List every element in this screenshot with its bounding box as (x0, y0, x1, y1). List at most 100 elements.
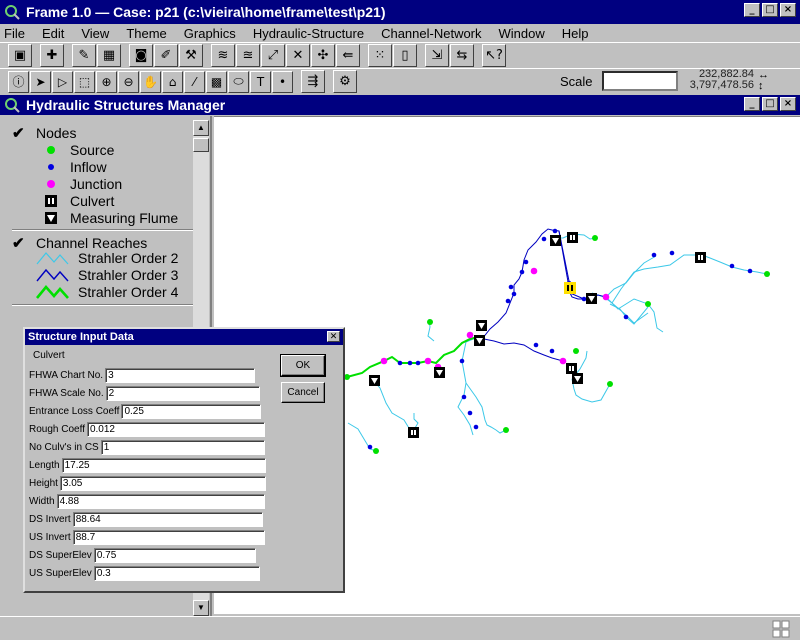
node (473, 424, 479, 430)
length-input[interactable]: 17.25 (61, 458, 266, 473)
ds-invert-input[interactable]: 88.64 (72, 512, 263, 527)
scroll-up-icon[interactable]: ▲ (193, 120, 209, 136)
culvert (695, 252, 706, 263)
resize-grip-icon[interactable] (772, 620, 790, 638)
point-icon[interactable]: • (272, 70, 293, 93)
collapse-icon[interactable]: ✕ (286, 44, 310, 67)
menu-help[interactable]: Help (562, 26, 589, 41)
help-pointer-icon[interactable]: ↖? (482, 44, 506, 67)
ok-button[interactable]: OK (280, 354, 326, 377)
node (530, 267, 538, 275)
back-arrow-icon[interactable]: ⇚ (336, 44, 360, 67)
close-button[interactable]: × (780, 3, 796, 17)
pointer-icon[interactable]: ➤ (30, 70, 51, 93)
node (407, 360, 413, 366)
menu-hydraulic-structure[interactable]: Hydraulic-Structure (253, 26, 364, 41)
menu-window[interactable]: Window (499, 26, 545, 41)
dialog-close-icon[interactable]: ✕ (327, 331, 340, 342)
extent-icon[interactable]: ⌂ (162, 70, 183, 93)
move-icon[interactable]: ⤢ (261, 44, 285, 67)
node (466, 331, 474, 339)
dialog-title: Structure Input Data (28, 331, 134, 343)
save-icon[interactable]: ▣ (8, 44, 32, 67)
nodes-check-icon[interactable]: ✔ (12, 124, 28, 142)
pencil-icon[interactable]: ✐ (154, 44, 178, 67)
network-edit-icon[interactable]: ⇆ (450, 44, 474, 67)
strahler-order-2-reaches (347, 233, 768, 452)
fhwa-scale-input[interactable]: 2 (105, 386, 260, 401)
menu-theme[interactable]: Theme (126, 26, 166, 41)
width-input[interactable]: 4.88 (56, 494, 265, 509)
edit-tool-icon[interactable]: ✎ (72, 44, 96, 67)
reach (477, 336, 564, 362)
field-width: Width 4.88 (29, 493, 265, 510)
us-superelev-input[interactable]: 0.3 (93, 566, 260, 581)
add-structure-icon[interactable]: ✚ (40, 44, 64, 67)
reaches-check-icon[interactable]: ✔ (12, 234, 28, 252)
node (747, 268, 753, 274)
network-icon[interactable]: ⇲ (425, 44, 449, 67)
subwindow-restore-button[interactable]: □ (762, 97, 778, 111)
scroll-thumb[interactable] (193, 138, 209, 152)
info-icon[interactable]: ⓘ (8, 70, 29, 93)
window-icon[interactable]: ▯ (393, 44, 417, 67)
binoculars-icon[interactable]: ◙ (129, 44, 153, 67)
legend-label: Measuring Flume (70, 210, 179, 226)
green-dot-icon (40, 142, 62, 158)
layers-icon[interactable]: ≋ (211, 44, 235, 67)
rough-coeff-input[interactable]: 0.012 (86, 422, 265, 437)
magenta-dot-icon (40, 176, 62, 192)
scale-input[interactable] (602, 71, 678, 91)
select-arrow-icon[interactable]: ▷ (52, 70, 73, 93)
cancel-button[interactable]: Cancel (281, 382, 325, 403)
height-input[interactable]: 3.05 (59, 476, 266, 491)
text-icon[interactable]: T (250, 70, 271, 93)
field-label: Height (29, 478, 58, 489)
grid-icon[interactable]: ⁙ (368, 44, 392, 67)
draw-area-icon[interactable]: ▩ (206, 70, 227, 93)
entrance-loss-input[interactable]: 0.25 (121, 404, 262, 419)
subwindow-close-button[interactable]: × (780, 97, 796, 111)
draw-shape-icon[interactable]: ⬭ (228, 70, 249, 93)
flume (476, 320, 487, 331)
structure-type-label: Culvert (33, 350, 65, 361)
node (505, 298, 511, 304)
pan-hand-icon[interactable]: ✋ (140, 70, 161, 93)
expand-icon[interactable]: ✣ (311, 44, 335, 67)
node (511, 291, 517, 297)
fhwa-chart-input[interactable]: 3 (105, 368, 256, 383)
menu-view[interactable]: View (81, 26, 109, 41)
field-us-invert: US Invert 88.7 (29, 529, 265, 546)
table-icon[interactable]: ▦ (97, 44, 121, 67)
menu-edit[interactable]: Edit (42, 26, 64, 41)
import-icon[interactable]: ⇶ (301, 70, 325, 93)
ds-superelev-input[interactable]: 0.75 (93, 548, 256, 563)
scroll-down-icon[interactable]: ▼ (193, 600, 209, 616)
field-label: US SuperElev (29, 568, 92, 579)
legend-nodes-header[interactable]: ✔ Nodes (12, 124, 76, 142)
zoom-in-icon[interactable]: ⊕ (96, 70, 117, 93)
hammer-icon[interactable]: ⚒ (179, 44, 203, 67)
us-invert-input[interactable]: 88.7 (72, 530, 265, 545)
legend-item-strahler-2: Strahler Order 2 (36, 250, 178, 266)
menu-graphics[interactable]: Graphics (184, 26, 236, 41)
maximize-button[interactable]: □ (762, 3, 778, 17)
menu-file[interactable]: File (4, 26, 25, 41)
culv-count-input[interactable]: 1 (100, 440, 265, 455)
scale-label: Scale (560, 74, 593, 89)
node (523, 259, 529, 265)
layers-edit-icon[interactable]: ≊ (236, 44, 260, 67)
flume (550, 235, 561, 246)
app-title-bar: Frame 1.0 — Case: p21 (c:\vieira\home\fr… (0, 0, 800, 24)
structure-tool-icon[interactable]: ⚙ (333, 70, 357, 93)
minimize-button[interactable]: _ (744, 3, 760, 17)
field-height: Height 3.05 (29, 475, 266, 492)
window-title: Frame 1.0 — Case: p21 (c:\vieira\home\fr… (26, 4, 386, 20)
draw-line-icon[interactable]: ⁄ (184, 70, 205, 93)
zoom-out-icon[interactable]: ⊖ (118, 70, 139, 93)
menu-channel-network[interactable]: Channel-Network (381, 26, 481, 41)
select-box-icon[interactable]: ⬚ (74, 70, 95, 93)
strahler-2-line-icon (36, 250, 70, 266)
subwindow-minimize-button[interactable]: _ (744, 97, 760, 111)
node (415, 360, 421, 366)
